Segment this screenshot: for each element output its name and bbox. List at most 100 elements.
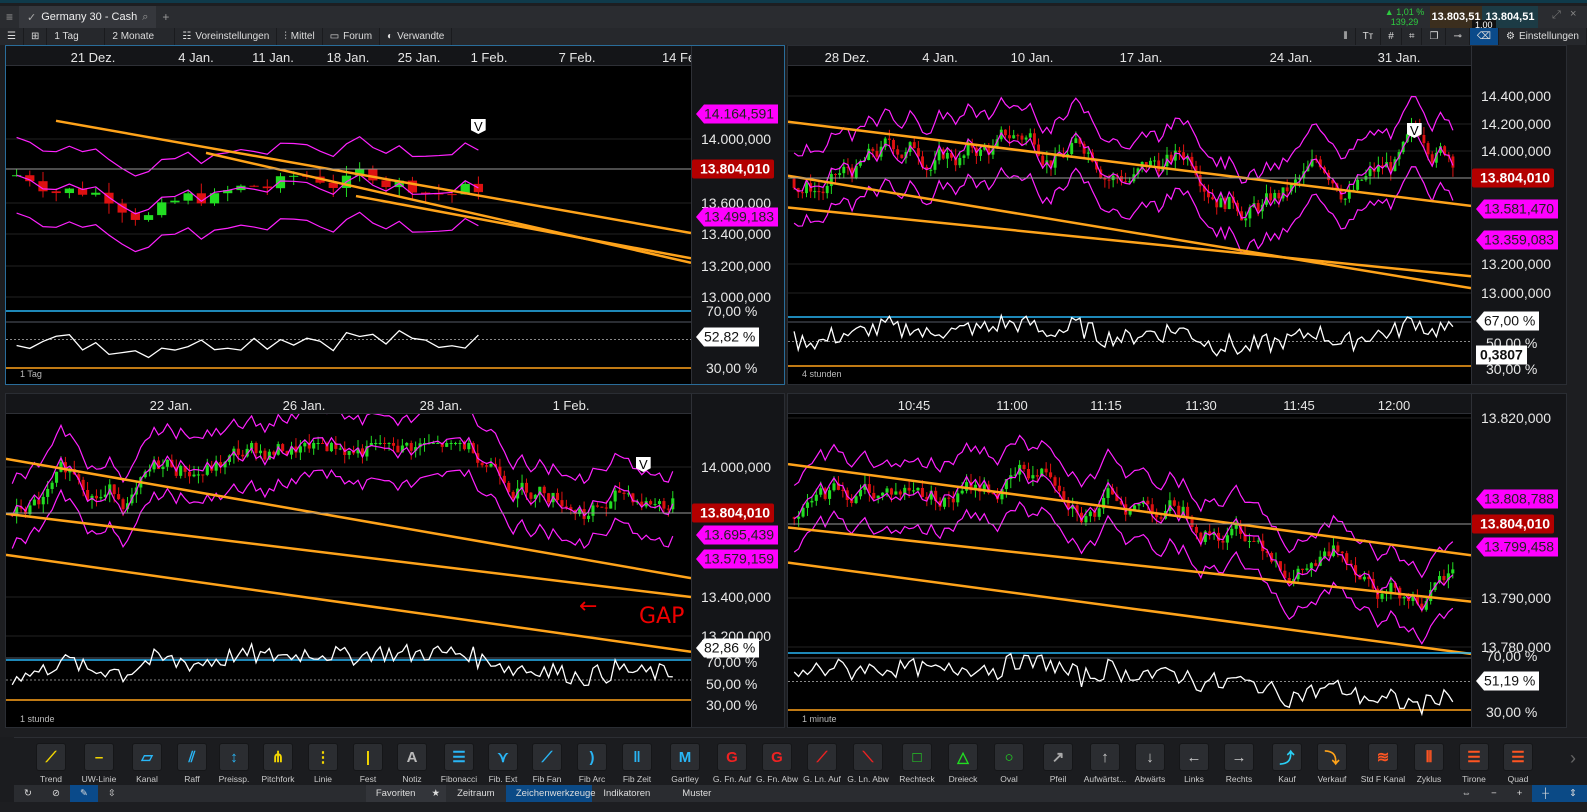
date-axis[interactable]: 28 Dez. 4 Jan. 10 Jan. 17 Jan. 24 Jan. 31 Jan… — [788, 46, 1566, 66]
tool-g-fn-abw[interactable]: G G. Fn. Abw — [754, 743, 800, 784]
text-size-icon[interactable]: Tт — [1356, 28, 1382, 45]
tool-notiz[interactable]: A Notiz — [389, 743, 435, 784]
tab-germany-30[interactable]: ✓ Germany 30 - Cash ⌕ — [19, 6, 157, 28]
tool-gartley[interactable]: M Gartley — [662, 743, 708, 784]
zoom-in-icon[interactable]: + — [1507, 785, 1533, 802]
pane-separator[interactable] — [788, 657, 1471, 659]
tool-pitchfork[interactable]: ⋔ Pitchfork — [255, 743, 301, 784]
layout-grid-icon[interactable]: ⊞ — [24, 28, 48, 45]
chart-panel-3[interactable]: 22 Jan. 26 Jan. 28 Jan. 1 Feb. 14.000,000 13.… — [5, 393, 785, 728]
trendline[interactable] — [788, 526, 1471, 603]
price-axis[interactable]: 14.400,000 14.200,000 14.000,000 13.200,000… — [1471, 46, 1566, 384]
tool-dreieck[interactable]: △ Dreieck — [940, 743, 986, 784]
list-icon[interactable]: ☰ — [0, 28, 24, 45]
tool-std-f-kanal[interactable]: ≋ Std F Kanal — [1360, 743, 1406, 784]
range-select[interactable]: 2 Monate — [105, 28, 176, 45]
tool-fib-fan[interactable]: ⟋ Fib Fan — [524, 743, 570, 784]
tool-oval[interactable]: ○ Oval — [986, 743, 1032, 784]
tab-indicators[interactable]: Indikatoren — [592, 785, 662, 802]
chart-panel-1[interactable]: 21 Dez. 4 Jan. 11 Jan. 18 Jan. 25 Jan. 1 Feb.… — [5, 45, 785, 385]
price-axis[interactable]: 14.000,000 13.400,000 13.200,000 13.804,010… — [691, 394, 784, 727]
price-chart[interactable] — [788, 46, 1471, 385]
tool-verkauf[interactable]: ⤵ Verkauf — [1309, 743, 1355, 784]
settings-button[interactable]: ⚙ Einstellungen — [1499, 28, 1587, 45]
vertical-scale-icon[interactable]: ⇕ — [1559, 785, 1587, 802]
tool-quad[interactable]: ☰ Quad — [1495, 743, 1541, 784]
tool-linie[interactable]: ⋮ Linie — [300, 743, 346, 784]
copy-icon[interactable]: ❐ — [1422, 28, 1447, 45]
tool-links[interactable]: ← Links — [1171, 743, 1217, 784]
price-axis[interactable]: 14.000,000 13.600,000 13.400,000 13.200,000… — [691, 46, 784, 384]
pane-separator[interactable] — [788, 321, 1471, 323]
tool-tirone[interactable]: ☰ Tirone — [1451, 743, 1497, 784]
tool-abw-rts[interactable]: ↓ Abwärts — [1127, 743, 1173, 784]
tool-fib-zeit[interactable]: ‖ Fib Zeit — [614, 743, 660, 784]
pane-separator[interactable] — [6, 657, 691, 659]
tool-rechteck[interactable]: □ Rechteck — [894, 743, 940, 784]
fit-width-icon[interactable]: ⇔ — [1452, 785, 1482, 802]
tool-g-ln-abw[interactable]: ⟍ G. Ln. Abw — [845, 743, 891, 784]
price-chart[interactable] — [788, 394, 1471, 728]
scroll-right-icon[interactable]: › — [1570, 748, 1576, 769]
chart-panel-4[interactable]: 10:45 11:00 11:15 11:30 11:45 12:00 13.820,000… — [787, 393, 1567, 728]
tool-uw-linie[interactable]: – UW-Linie — [76, 743, 122, 784]
maximize-icon[interactable]: ⤢ — [1552, 9, 1561, 22]
presets-button[interactable]: ☷ Voreinstellungen — [175, 28, 278, 45]
pencil-icon[interactable]: ✎ — [69, 785, 98, 802]
tool-trend[interactable]: ⟋ Trend — [28, 743, 74, 784]
hide-icon[interactable]: ⊘ — [42, 785, 70, 802]
star-icon[interactable]: ★ — [431, 788, 440, 799]
zoom-out-icon[interactable]: − — [1481, 785, 1507, 802]
tool-rechts[interactable]: → Rechts — [1216, 743, 1262, 784]
pane-separator[interactable] — [6, 321, 691, 323]
trendline[interactable] — [6, 512, 691, 599]
tool-fib-arc[interactable]: ) Fib Arc — [569, 743, 615, 784]
candle — [46, 488, 50, 497]
tool-preissp[interactable]: ↕ Preissp. — [211, 743, 257, 784]
trendline[interactable] — [788, 206, 1471, 278]
crosshair-toggle-icon[interactable]: ┼ — [1532, 785, 1560, 802]
tool-g-fn-auf[interactable]: G G. Fn. Auf — [709, 743, 755, 784]
tool-kauf[interactable]: ⤴ Kauf — [1264, 743, 1310, 784]
menu-icon[interactable]: ≡ — [0, 10, 19, 24]
chart-panel-2[interactable]: 28 Dez. 4 Jan. 10 Jan. 17 Jan. 24 Jan. 31 Jan… — [787, 45, 1567, 385]
tool-raff[interactable]: ⫽ Raff — [169, 743, 215, 784]
close-icon[interactable]: × — [1570, 8, 1576, 20]
search-icon[interactable]: ⌕ — [142, 11, 148, 24]
price-axis[interactable]: 13.820,000 13.790,000 13.780,000 13.808,788… — [1471, 394, 1566, 727]
add-tab-button[interactable]: + — [156, 10, 175, 24]
chart-type-button[interactable]: ⫶ Mittel — [277, 28, 323, 45]
arrow-annotation[interactable]: ← — [579, 594, 597, 619]
tool-icon: ↑ — [1090, 743, 1120, 771]
tool-fibonacci[interactable]: ☰ Fibonacci — [436, 743, 482, 784]
crosshair-icon[interactable]: ⌗ — [1402, 28, 1423, 45]
date-axis[interactable]: 21 Dez. 4 Jan. 11 Jan. 18 Jan. 25 Jan. 1 Feb.… — [6, 46, 784, 66]
price-chart[interactable] — [6, 46, 691, 385]
tool-pfeil[interactable]: ↗ Pfeil — [1035, 743, 1081, 784]
tool-label: Verkauf — [1317, 774, 1347, 784]
grid-icon[interactable]: # — [1381, 28, 1402, 45]
tool-fib-ext[interactable]: ⋎ Fib. Ext — [480, 743, 526, 784]
tab-favorites[interactable]: Favoriten ★ — [365, 785, 446, 802]
tab-drawing-tools[interactable]: Zeichenwerkzeuge — [505, 785, 596, 802]
price-chart[interactable] — [6, 394, 691, 728]
date-axis[interactable]: 22 Jan. 26 Jan. 28 Jan. 1 Feb. — [6, 394, 784, 414]
tool-g-ln-auf[interactable]: ⟋ G. Ln. Auf — [799, 743, 845, 784]
interval-select[interactable]: 1 Tag — [47, 28, 106, 45]
date-axis[interactable]: 10:45 11:00 11:15 11:30 11:45 12:00 — [788, 394, 1566, 414]
tab-patterns[interactable]: Muster — [662, 785, 732, 802]
related-button[interactable]: ◐ Verwandte — [380, 28, 453, 45]
forum-button[interactable]: ▭ Forum — [323, 28, 381, 45]
gap-annotation[interactable]: GAP — [639, 604, 684, 629]
tool-fest[interactable]: | Fest — [345, 743, 391, 784]
tab-timerange[interactable]: Zeitraum — [446, 785, 506, 802]
sort-icon[interactable]: ⇳ — [98, 785, 126, 802]
reset-icon[interactable]: ↻ — [14, 785, 42, 802]
chart-toolbar: ☰ ⊞ 1 Tag 2 Monate ☷ Voreinstellungen ⫶ Mi… — [0, 28, 1587, 45]
scale-icon[interactable]: ⫴ — [1336, 28, 1356, 45]
label-icon[interactable]: ⌫ — [1469, 28, 1499, 45]
tool-zyklus[interactable]: ⦀ Zyklus — [1406, 743, 1452, 784]
magnet-icon[interactable]: ⊸ — [1446, 28, 1470, 45]
tool-aufw-rtst[interactable]: ↑ Aufwärtst... — [1082, 743, 1128, 784]
tool-kanal[interactable]: ▱ Kanal — [124, 743, 170, 784]
